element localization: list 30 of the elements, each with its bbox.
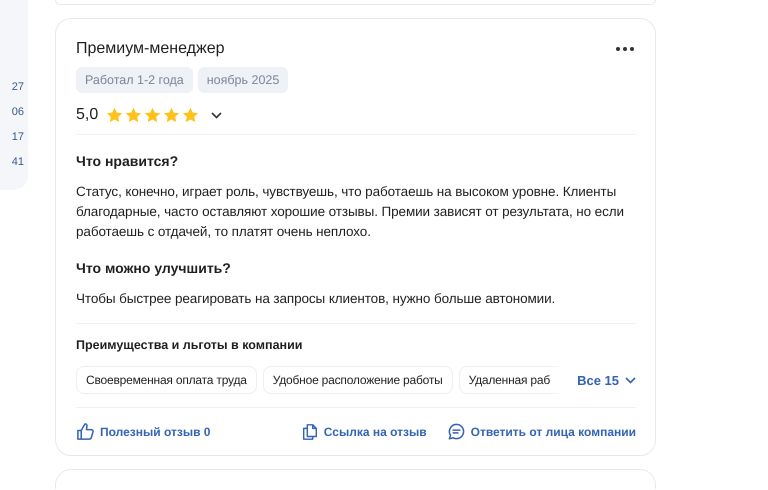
count-text: 17 <box>12 130 24 145</box>
count-text: 27 <box>12 80 24 95</box>
star-icon <box>182 107 200 123</box>
tag: Работал 1-2 года <box>76 67 193 93</box>
copy-link-button[interactable]: Ссылка на отзыв <box>300 422 427 440</box>
chat-bubble-icon <box>446 422 466 441</box>
thumbs-up-icon <box>76 422 95 441</box>
star-icon <box>163 107 180 123</box>
benefit-tag: Удаленная раб <box>458 366 564 394</box>
section-heading: Что нравится? <box>76 152 180 170</box>
review-text: Чтобы быстрее реагировать на запросы клиентов, нужно больше автономии. <box>76 290 556 308</box>
star-icon <box>106 107 124 123</box>
tag: ноябрь 2025 <box>198 67 288 93</box>
rating-score: 5,0 <box>76 106 98 124</box>
count-text: 41 <box>12 155 24 170</box>
benefit-tag: Удобное расположение работы <box>262 366 453 394</box>
benefit-tag: Своевременная оплата труда <box>76 366 257 394</box>
copy-icon <box>300 422 319 440</box>
more-options-icon[interactable] <box>614 45 636 53</box>
section-heading: Что можно улучшить? <box>76 259 232 277</box>
star-icon <box>125 107 142 123</box>
benefits-heading: Преимущества и льготы в компании <box>76 337 304 353</box>
star-icon <box>144 107 162 123</box>
count-text: 06 <box>12 105 24 120</box>
reply-button[interactable]: Ответить от лица компании <box>446 422 636 441</box>
job-title: Премиум-менеджер <box>76 39 224 59</box>
review-text: Статус, конечно, играет роль, чувствуешь, что работаешь на высоком уровне. Клиенты благодарные, часто оставляют хорошие отзывы. Премии зависят от результата, но если работаешь с отдачей, то платят очень неплохо. <box>76 183 625 241</box>
chevron-down-icon <box>625 376 636 384</box>
show-all-benefits-button[interactable]: Все 15 <box>577 372 636 388</box>
helpful-button[interactable]: Полезный отзыв 0 <box>76 422 210 441</box>
